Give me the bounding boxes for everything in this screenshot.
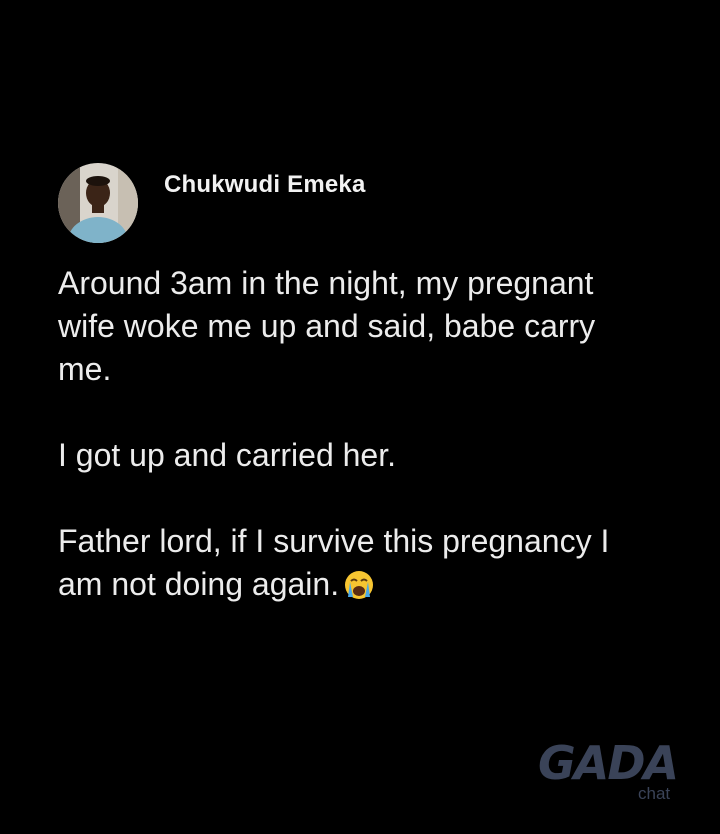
loudly-crying-face-icon xyxy=(343,569,375,601)
post-paragraph: Around 3am in the night, my pregnant wif… xyxy=(58,265,596,387)
post-paragraph-text: Father lord, if I survive this pregnancy… xyxy=(58,523,610,602)
post-paragraph: I got up and carried her. xyxy=(58,437,396,473)
avatar-photo-icon xyxy=(58,163,138,243)
watermark-sub: chat xyxy=(638,784,671,803)
post-body: Around 3am in the night, my pregnant wif… xyxy=(58,262,698,606)
post-card: Chukwudi Emeka Around 3am in the night, … xyxy=(0,0,720,834)
post-paragraph-last: Father lord, if I survive this pregnancy… xyxy=(58,520,698,606)
watermark: GADA chat xyxy=(538,740,688,810)
avatar[interactable] xyxy=(58,163,138,243)
author-name[interactable]: Chukwudi Emeka xyxy=(164,171,366,199)
post-header: Chukwudi Emeka xyxy=(58,163,366,243)
watermark-brand: GADA xyxy=(538,736,679,790)
